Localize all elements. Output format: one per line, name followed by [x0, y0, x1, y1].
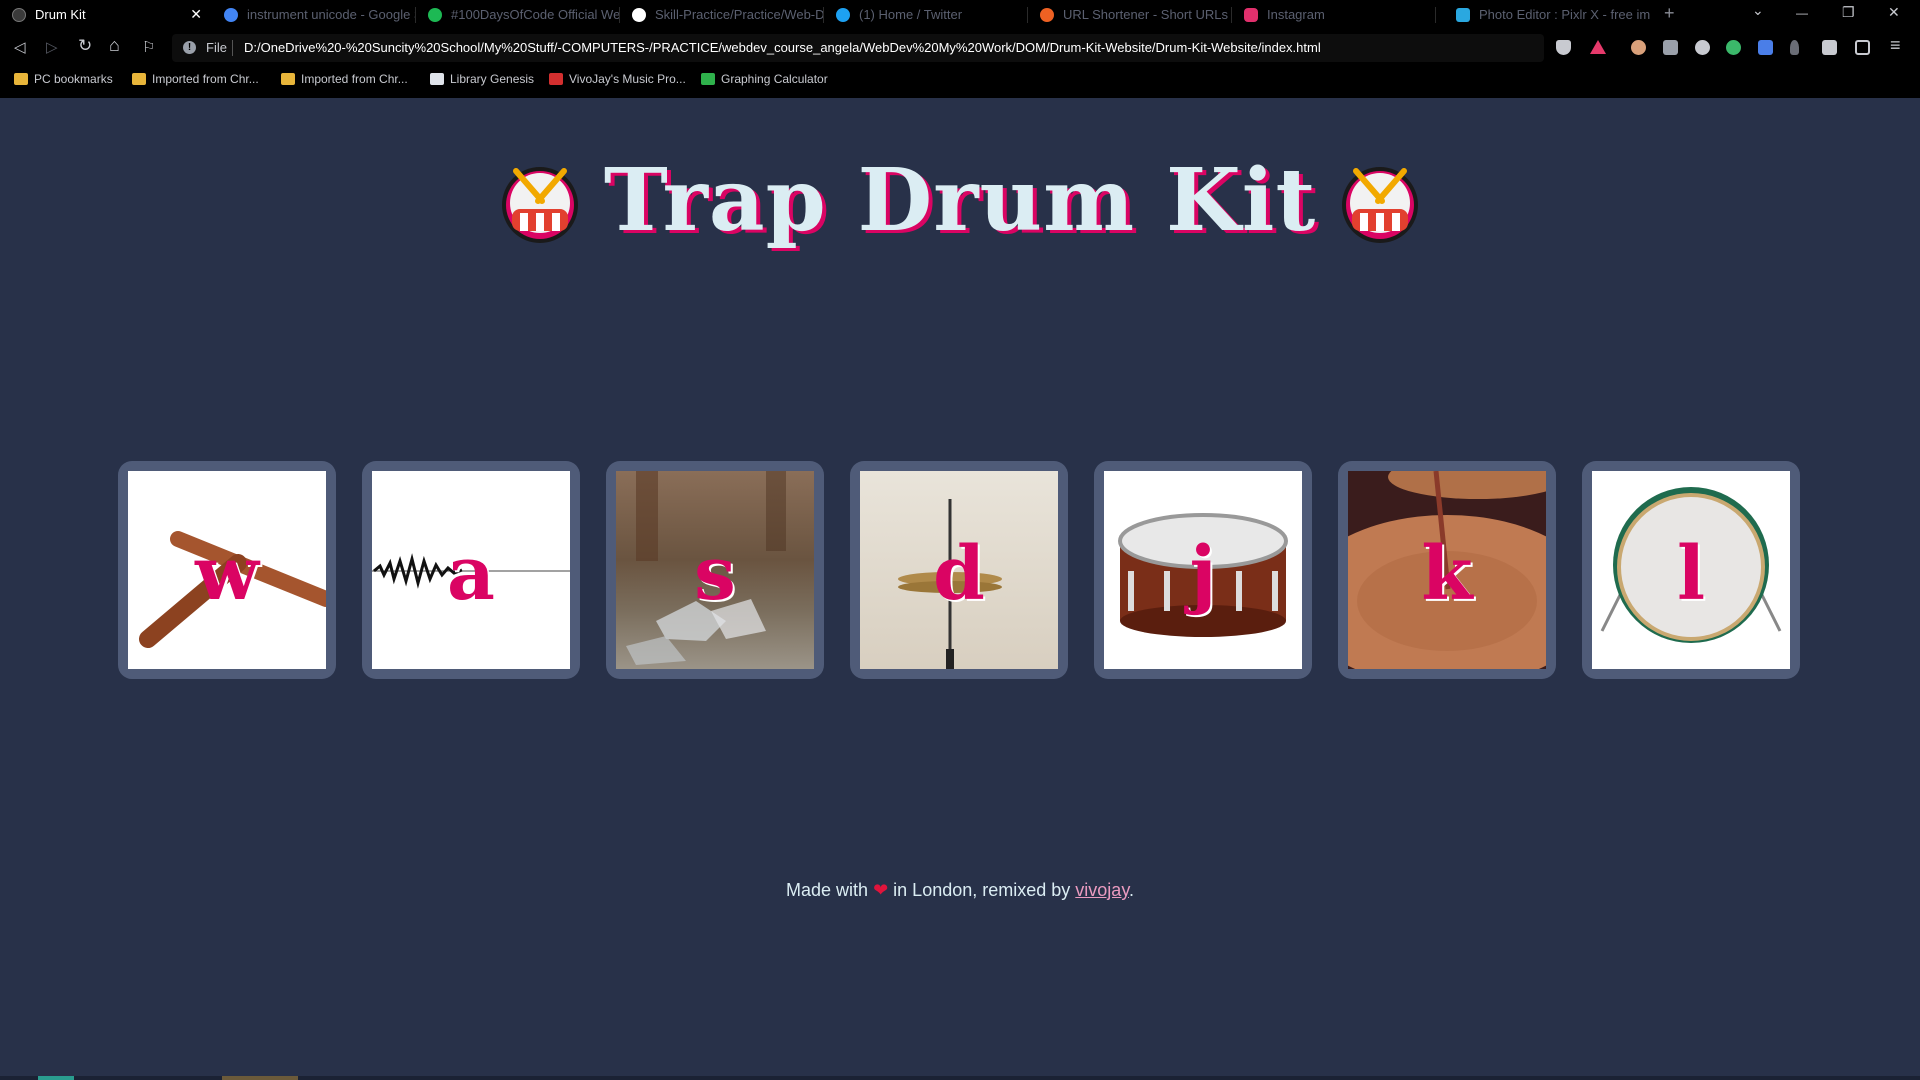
- forward-button[interactable]: ▷: [46, 38, 58, 56]
- new-tab-button[interactable]: +: [1664, 3, 1675, 24]
- drum-key-label: s: [694, 531, 736, 617]
- bookmark-vivojay-music[interactable]: VivoJay's Music Pro...: [549, 72, 686, 86]
- hihat-image: d: [860, 471, 1058, 669]
- footer: Made with ❤ in London, remixed by vivoja…: [0, 880, 1920, 901]
- drum-key-label: w: [195, 531, 259, 617]
- menu-icon[interactable]: ≡: [1890, 35, 1901, 56]
- kick-drum-image: l: [1592, 471, 1790, 669]
- translate-icon[interactable]: [1758, 40, 1773, 55]
- drum-key-label: d: [933, 531, 985, 617]
- extension-5-icon[interactable]: [1790, 40, 1799, 55]
- drum-button-j[interactable]: j: [1094, 461, 1312, 679]
- folder-icon: [132, 73, 146, 85]
- tab-drum-kit[interactable]: Drum Kit ✕: [0, 0, 212, 29]
- close-tab-icon[interactable]: ✕: [190, 6, 202, 23]
- drum-key-label: l: [1676, 531, 1706, 617]
- cymbal-image: k: [1348, 471, 1546, 669]
- info-icon[interactable]: !: [183, 41, 196, 54]
- extension-1-icon[interactable]: [1631, 40, 1646, 55]
- folder-icon: [14, 73, 28, 85]
- bitly-icon: [1040, 7, 1054, 22]
- rewards-icon[interactable]: [1590, 40, 1606, 54]
- drum-key-label: k: [1421, 531, 1473, 617]
- os-icon: [549, 73, 563, 85]
- bookmark-imported-2[interactable]: Imported from Chr...: [281, 72, 408, 86]
- drum-icon: [501, 166, 578, 243]
- tab-pixlr[interactable]: Photo Editor : Pixlr X - free imag: [1444, 0, 1650, 29]
- claves-image: w: [128, 471, 326, 669]
- library-icon: [430, 73, 444, 85]
- author-link[interactable]: vivojay: [1075, 880, 1129, 900]
- footer-suffix: .: [1128, 880, 1134, 900]
- page-title-row: Trap Drum Kit: [0, 150, 1920, 266]
- page-title: Trap Drum Kit: [603, 150, 1317, 251]
- restore-button[interactable]: ❐: [1842, 4, 1855, 21]
- home-button[interactable]: ⌂: [109, 35, 120, 56]
- bookmark-library-genesis[interactable]: Library Genesis: [430, 72, 534, 86]
- drum-buttons: w a s d j k l: [118, 461, 1802, 679]
- bookmark-graphing-calculator[interactable]: Graphing Calculator: [701, 72, 828, 86]
- drum-button-a[interactable]: a: [362, 461, 580, 679]
- 100days-icon: [428, 7, 442, 22]
- instagram-icon: [1244, 7, 1258, 22]
- scheme-label: File: [206, 40, 227, 55]
- waveform-image: a: [372, 471, 570, 669]
- drum-button-d[interactable]: d: [850, 461, 1068, 679]
- bookmark-pc-bookmarks[interactable]: PC bookmarks: [14, 72, 113, 86]
- globe-icon: [12, 7, 26, 22]
- broken-glass-image: s: [616, 471, 814, 669]
- minimize-button[interactable]: —: [1796, 6, 1808, 20]
- tab-100days[interactable]: #100DaysOfCode Official Webs: [416, 0, 619, 29]
- brave-shield-icon[interactable]: [1556, 40, 1571, 55]
- heart-icon: ❤: [873, 880, 889, 900]
- footer-prefix: Made with: [786, 880, 869, 900]
- drum-icon: [1342, 166, 1419, 243]
- url-text[interactable]: D:/OneDrive%20-%20Suncity%20School/My%20…: [244, 40, 1321, 55]
- folder-icon: [281, 73, 295, 85]
- window-close-button[interactable]: ✕: [1888, 4, 1900, 21]
- drum-button-s[interactable]: s: [606, 461, 824, 679]
- github-icon: [632, 7, 646, 22]
- drum-key-label: j: [1189, 531, 1217, 617]
- back-button[interactable]: ◁: [14, 38, 26, 56]
- tab-google[interactable]: instrument unicode - Google S: [212, 0, 415, 29]
- drum-button-l[interactable]: l: [1582, 461, 1800, 679]
- drum-button-w[interactable]: w: [118, 461, 336, 679]
- tab-github[interactable]: Skill-Practice/Practice/Web-De: [620, 0, 823, 29]
- tab-twitter[interactable]: (1) Home / Twitter: [824, 0, 1027, 29]
- footer-middle: in London, remixed by: [893, 880, 1071, 900]
- extension-4-icon[interactable]: [1726, 40, 1741, 55]
- extension-3-icon[interactable]: [1695, 40, 1710, 55]
- calculator-icon: [701, 73, 715, 85]
- extensions-puzzle-icon[interactable]: [1822, 40, 1837, 55]
- bookmark-page-button[interactable]: ⚐: [142, 38, 155, 56]
- google-icon: [224, 7, 238, 22]
- reload-button[interactable]: ↻: [78, 36, 92, 56]
- tab-search-icon[interactable]: ⌄: [1752, 2, 1764, 19]
- snare-image: j: [1104, 471, 1302, 669]
- wallet-icon[interactable]: [1855, 40, 1870, 55]
- bookmark-imported-1[interactable]: Imported from Chr...: [132, 72, 259, 86]
- drum-button-k[interactable]: k: [1338, 461, 1556, 679]
- tab-url-shortener[interactable]: URL Shortener - Short URLs &: [1028, 0, 1231, 29]
- twitter-icon: [836, 7, 850, 22]
- tab-instagram[interactable]: Instagram: [1232, 0, 1435, 29]
- pixlr-icon: [1456, 7, 1470, 22]
- drum-key-label: a: [447, 531, 495, 617]
- extension-2-icon[interactable]: [1663, 40, 1678, 55]
